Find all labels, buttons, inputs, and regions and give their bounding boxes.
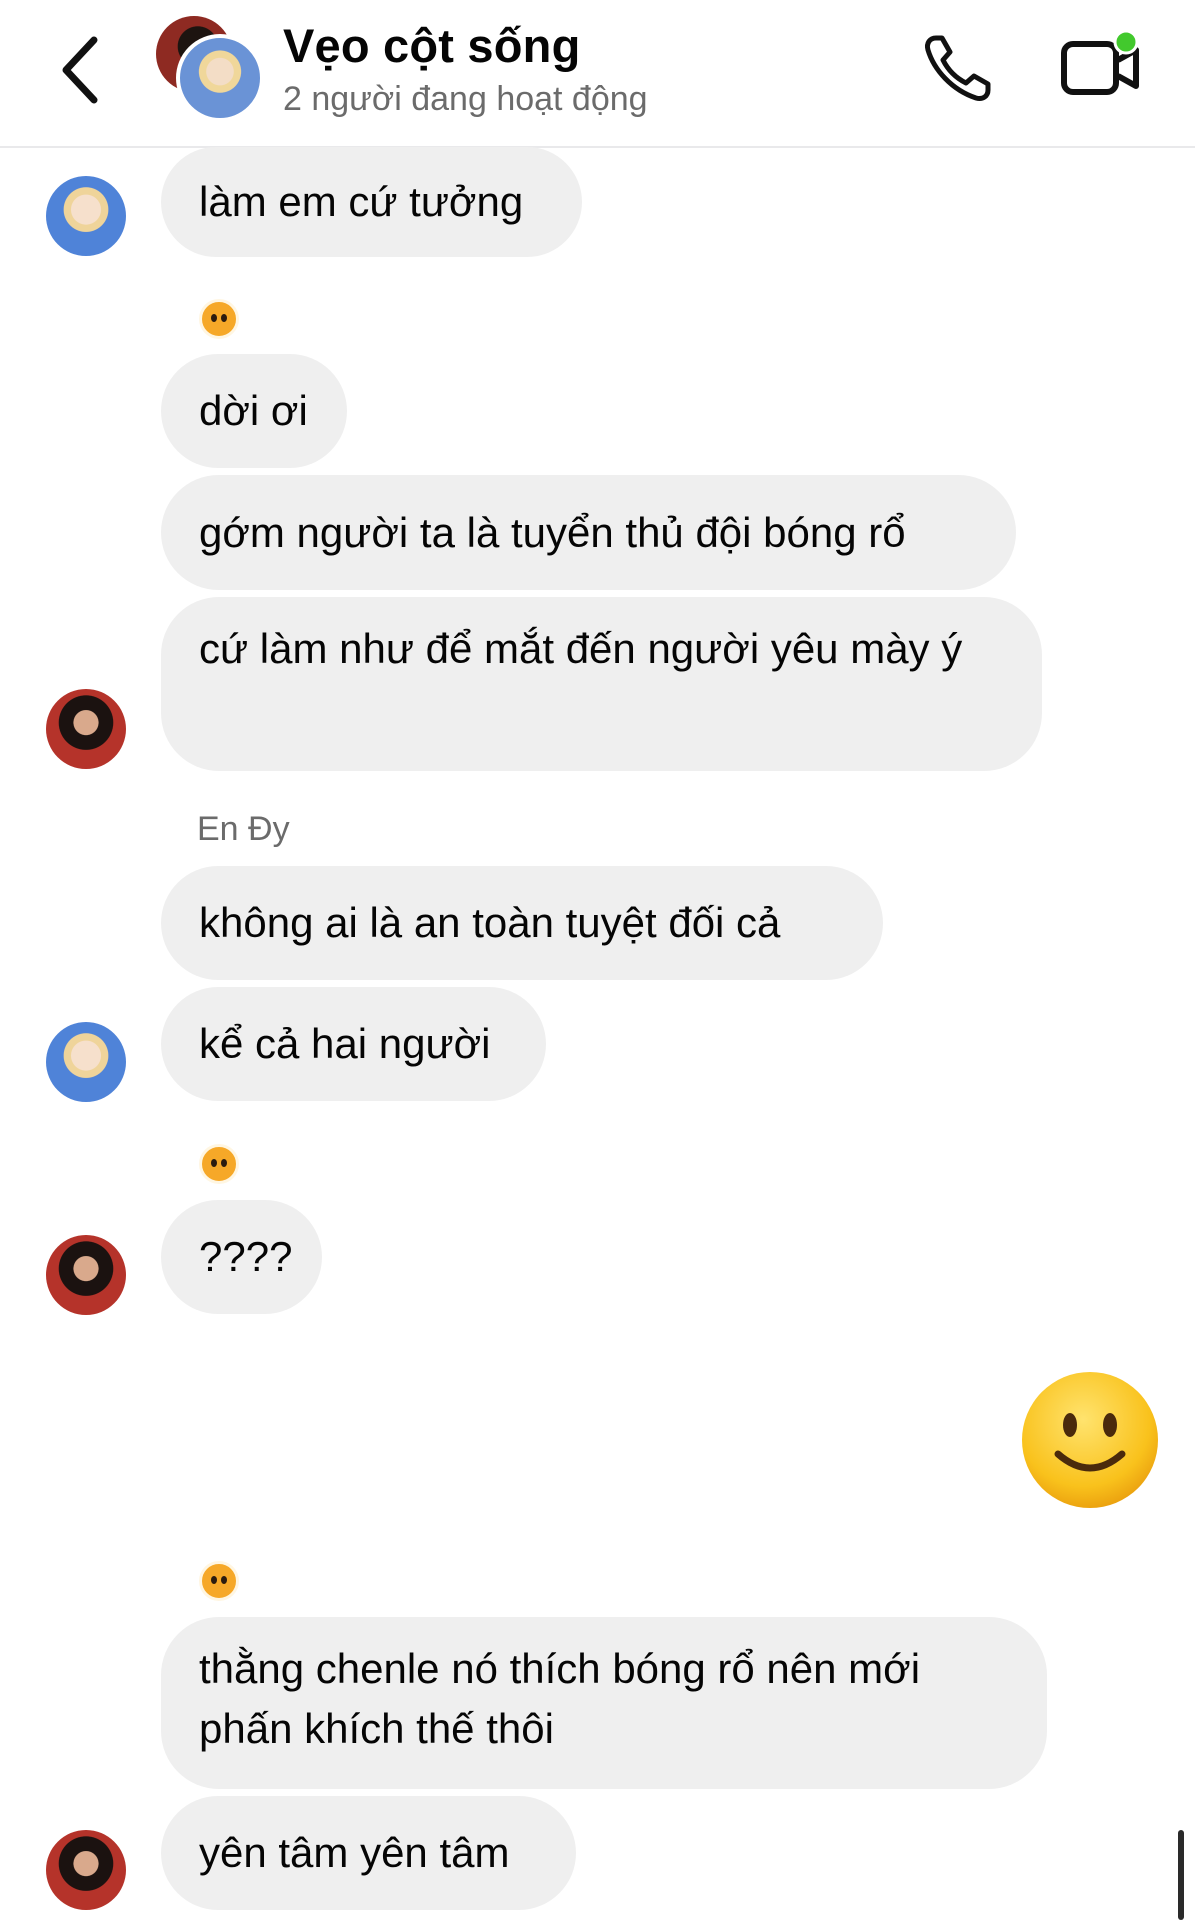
message-text: gớm người ta là tuyển thủ đội bóng rổ bbox=[199, 508, 906, 556]
avatar[interactable] bbox=[46, 1022, 126, 1102]
tiger-face-icon bbox=[199, 1561, 239, 1601]
message-bubble[interactable]: làm em cứ tưởng bbox=[161, 147, 582, 257]
message-text: không ai là an toàn tuyệt đối cả bbox=[199, 899, 781, 946]
chevron-left-icon bbox=[62, 36, 98, 104]
message-bubble[interactable]: cứ làm như để mắt đến người yêu mày ý bbox=[161, 597, 1042, 771]
avatar[interactable] bbox=[46, 1235, 126, 1315]
message-bubble[interactable]: gớm người ta là tuyển thủ đội bóng rổ bbox=[161, 475, 1016, 590]
message-bubble[interactable]: dời ơi bbox=[161, 354, 347, 468]
smiley-icon bbox=[1022, 1372, 1158, 1508]
message-bubble[interactable]: thằng chenle nó thích bóng rổ nên mới ph… bbox=[161, 1617, 1047, 1789]
message-bubble[interactable]: không ai là an toàn tuyệt đối cả bbox=[161, 866, 883, 980]
scrollbar[interactable] bbox=[1178, 1830, 1184, 1920]
avatar[interactable] bbox=[46, 1830, 126, 1910]
message-bubble[interactable]: ???? bbox=[161, 1200, 322, 1314]
sender-name: En Đy bbox=[197, 810, 290, 848]
message-text: thằng chenle nó thích bóng rổ nên mới ph… bbox=[199, 1645, 921, 1752]
message-text: yên tâm yên tâm bbox=[199, 1829, 510, 1876]
message-text: cứ làm như để mắt đến người yêu mày ý bbox=[199, 625, 963, 672]
video-call-button[interactable] bbox=[1060, 29, 1144, 106]
message-bubble[interactable]: yên tâm yên tâm bbox=[161, 1796, 576, 1910]
tiger-face-icon bbox=[199, 299, 239, 339]
voice-call-button[interactable] bbox=[920, 30, 996, 106]
avatar[interactable] bbox=[46, 689, 126, 769]
message-bubble[interactable]: kể cả hai người bbox=[161, 987, 546, 1101]
group-avatar[interactable] bbox=[156, 16, 264, 124]
message-text: ???? bbox=[199, 1233, 293, 1280]
group-avatar-member-2 bbox=[176, 34, 264, 122]
active-dot bbox=[1113, 29, 1139, 55]
message-text: làm em cứ tưởng bbox=[199, 178, 524, 225]
message-text: kể cả hai người bbox=[199, 1020, 491, 1067]
slightly-smiling-face-emoji[interactable] bbox=[1020, 1370, 1160, 1510]
back-button[interactable] bbox=[52, 30, 112, 110]
tiger-face-icon bbox=[199, 1144, 239, 1184]
video-camera-icon bbox=[1061, 29, 1139, 95]
chat-title[interactable]: Vẹo cột sống bbox=[283, 18, 580, 73]
message-text: dời ơi bbox=[199, 387, 308, 434]
avatar[interactable] bbox=[46, 176, 126, 256]
phone-icon bbox=[925, 35, 991, 101]
chat-header: Vẹo cột sống 2 người đang hoạt động bbox=[0, 0, 1195, 148]
active-status: 2 người đang hoạt động bbox=[283, 80, 648, 118]
